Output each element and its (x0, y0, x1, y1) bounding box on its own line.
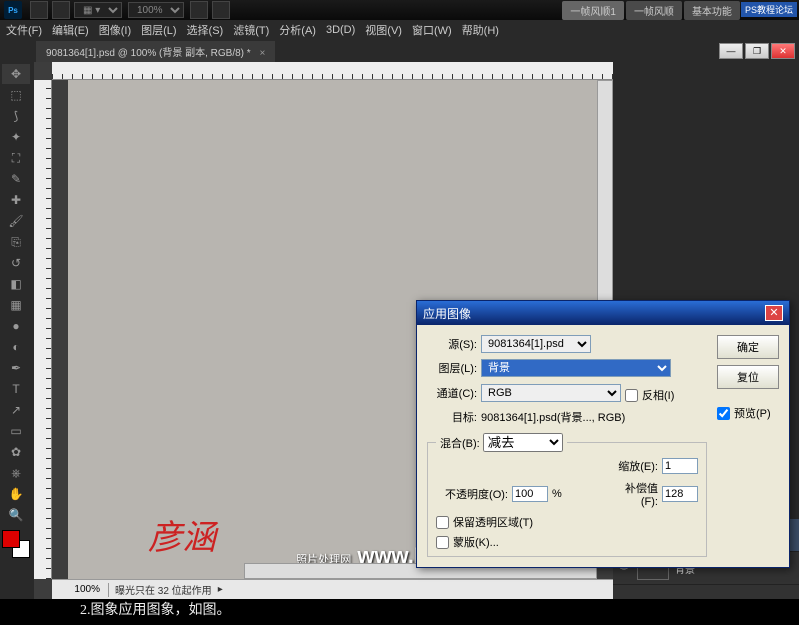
scale-input[interactable] (662, 458, 698, 474)
mask-checkbox[interactable]: 蒙版(K)... (436, 534, 698, 550)
type-tool[interactable]: T (2, 379, 30, 399)
percent-label: % (552, 488, 562, 500)
blur-tool[interactable]: ● (2, 316, 30, 336)
path-tool[interactable]: ↗ (2, 400, 30, 420)
rotate-icon[interactable] (212, 1, 230, 19)
invert-checkbox[interactable]: 反相(I) (625, 387, 675, 403)
blend-fieldset: 混合(B): 减去 缩放(E): 不透明度(O): % 补偿值(F): 保留透明… (427, 433, 707, 557)
status-bar: 曝光只在 32 位起作用 ▸ (52, 579, 613, 599)
menu-file[interactable]: 文件(F) (6, 22, 42, 38)
heal-tool[interactable]: ✚ (2, 190, 30, 210)
workspace-tab-b[interactable]: 一帧风顺 (626, 1, 682, 20)
marquee-tool[interactable]: ⬚ (2, 85, 30, 105)
preview-checkbox[interactable]: 预览(P) (717, 405, 779, 421)
zoom-select[interactable]: 100% (128, 2, 184, 18)
menu-layer[interactable]: 图层(L) (141, 22, 176, 38)
opacity-label: 不透明度(O): (436, 486, 508, 502)
cancel-button[interactable]: 复位 (717, 365, 779, 389)
target-label: 目标: (427, 409, 477, 425)
layout-select[interactable]: ▦ ▾ (74, 2, 122, 18)
scale-label: 缩放(E): (608, 458, 658, 474)
stamp-tool[interactable]: ⎘ (2, 232, 30, 252)
minimize-button[interactable]: — (719, 43, 743, 59)
watermark-text: 彦涵 (148, 510, 216, 559)
menu-view[interactable]: 视图(V) (365, 22, 402, 38)
menu-analysis[interactable]: 分析(A) (279, 22, 316, 38)
menu-3d[interactable]: 3D(D) (326, 24, 355, 36)
workspace-tab-c[interactable]: 基本功能 (684, 1, 740, 20)
fg-color[interactable] (2, 530, 20, 548)
menu-select[interactable]: 选择(S) (187, 22, 224, 38)
gradient-tool[interactable]: ▦ (2, 295, 30, 315)
close-button[interactable]: ✕ (771, 43, 795, 59)
offset-label: 补偿值(F): (608, 480, 658, 508)
document-close-icon[interactable]: × (259, 48, 265, 59)
camera-tool[interactable]: ⎈ (2, 463, 30, 483)
bridge-icon[interactable] (30, 1, 48, 19)
channel-label: 通道(C): (427, 385, 477, 401)
zoom-tool[interactable]: 🔍 (2, 505, 30, 525)
dialog-titlebar[interactable]: 应用图像 ✕ (417, 301, 789, 325)
document-tab[interactable]: 9081364[1].psd @ 100% (背景 副本, RGB/8) * × (36, 41, 275, 62)
window-controls: — ❐ ✕ (719, 43, 795, 59)
title-bar: Ps ▦ ▾ 100% 一帧风顺1 一帧风顺 基本功能 CS Live PS教程… (0, 0, 799, 20)
workspace-tab-a[interactable]: 一帧风顺1 (562, 1, 624, 20)
3d-tool[interactable]: ✿ (2, 442, 30, 462)
offset-input[interactable] (662, 486, 698, 502)
history-brush-tool[interactable]: ↺ (2, 253, 30, 273)
lasso-tool[interactable]: ⟆ (2, 106, 30, 126)
zoom-field[interactable] (52, 584, 102, 595)
crop-tool[interactable]: ⛶ (2, 148, 30, 168)
brush-tool[interactable]: 🖌 (2, 211, 30, 231)
target-value: 9081364[1].psd(背景..., RGB) (481, 409, 625, 425)
dialog-title-text: 应用图像 (423, 305, 471, 322)
ok-button[interactable]: 确定 (717, 335, 779, 359)
menu-help[interactable]: 帮助(H) (462, 22, 499, 38)
apply-image-dialog: 应用图像 ✕ 源(S): 9081364[1].psd 图层(L): 背景 通道… (416, 300, 790, 568)
layer-label: 图层(L): (427, 360, 477, 376)
ruler-vertical[interactable] (34, 80, 52, 579)
menu-edit[interactable]: 编辑(E) (52, 22, 89, 38)
shape-tool[interactable]: ▭ (2, 421, 30, 441)
blend-select[interactable]: 减去 (483, 433, 563, 452)
caption-text: 2.图象应用图象，如图。 (80, 599, 231, 619)
move-tool[interactable]: ✥ (2, 64, 30, 84)
document-tab-label: 9081364[1].psd @ 100% (背景 副本, RGB/8) * (46, 48, 251, 59)
layer-select[interactable]: 背景 (481, 359, 671, 377)
ruler-horizontal[interactable] (52, 62, 613, 80)
status-arrow-icon[interactable]: ▸ (218, 584, 223, 595)
eyedropper-tool[interactable]: ✎ (2, 169, 30, 189)
minibridge-icon[interactable] (52, 1, 70, 19)
maximize-button[interactable]: ❐ (745, 43, 769, 59)
hand-icon[interactable] (190, 1, 208, 19)
dodge-tool[interactable]: ◐ (2, 337, 30, 357)
dialog-close-button[interactable]: ✕ (765, 305, 783, 321)
menu-filter[interactable]: 滤镜(T) (233, 22, 269, 38)
app-logo: Ps (4, 1, 22, 19)
wand-tool[interactable]: ✦ (2, 127, 30, 147)
blend-legend: 混合(B): (440, 438, 480, 450)
color-swatch[interactable] (2, 530, 30, 558)
eraser-tool[interactable]: ◧ (2, 274, 30, 294)
source-select[interactable]: 9081364[1].psd (481, 335, 591, 353)
preserve-checkbox[interactable]: 保留透明区域(T) (436, 514, 698, 530)
corner-badge: PS教程论坛 (741, 2, 797, 17)
menu-window[interactable]: 窗口(W) (412, 22, 452, 38)
channel-select[interactable]: RGB (481, 384, 621, 402)
source-label: 源(S): (427, 336, 477, 352)
hand-tool[interactable]: ✋ (2, 484, 30, 504)
menu-bar: 文件(F) 编辑(E) 图像(I) 图层(L) 选择(S) 滤镜(T) 分析(A… (0, 20, 799, 40)
opacity-input[interactable] (512, 486, 548, 502)
document-tab-bar: 9081364[1].psd @ 100% (背景 副本, RGB/8) * ×… (0, 40, 799, 62)
status-info: 曝光只在 32 位起作用 (115, 582, 212, 597)
menu-image[interactable]: 图像(I) (99, 22, 131, 38)
toolbox: ✥ ⬚ ⟆ ✦ ⛶ ✎ ✚ 🖌 ⎘ ↺ ◧ ▦ ● ◐ ✒ T ↗ ▭ ✿ ⎈ … (0, 62, 34, 599)
pen-tool[interactable]: ✒ (2, 358, 30, 378)
